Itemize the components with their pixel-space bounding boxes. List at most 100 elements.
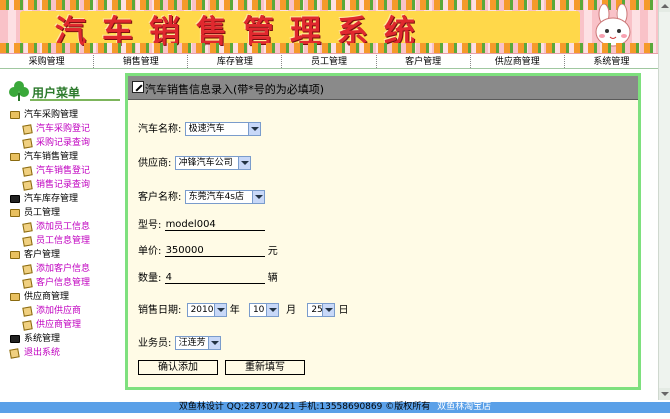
document-icon bbox=[22, 320, 33, 331]
sale-date-row: 销售日期: 2010 年 10 月 25 日 bbox=[138, 301, 349, 317]
folder-icon bbox=[10, 251, 20, 259]
document-icon bbox=[22, 222, 33, 233]
car-name-row: 汽车名称: 极速汽车 bbox=[138, 120, 261, 136]
clover-icon bbox=[9, 81, 29, 101]
sidebar-group-purchase[interactable]: 汽车采购管理 bbox=[10, 108, 90, 122]
quantity-row: 数量: 辆 bbox=[138, 269, 278, 284]
folder-icon bbox=[10, 153, 20, 161]
chevron-down-icon bbox=[237, 157, 250, 169]
supplier-row: 供应商: 冲锋汽车公司 bbox=[138, 154, 251, 170]
year-select[interactable]: 2010 bbox=[186, 303, 227, 317]
footer: 双鱼林设计 QQ:287307421 手机:13558690869 ©版权所有 … bbox=[0, 402, 670, 413]
model-input[interactable] bbox=[164, 218, 265, 231]
chevron-down-icon bbox=[251, 191, 264, 203]
customer-select[interactable]: 东莞汽车4s店 bbox=[184, 190, 265, 204]
document-icon bbox=[22, 236, 33, 247]
sidebar-item-purchase-register[interactable]: 汽车采购登记 bbox=[10, 122, 90, 136]
month-unit: 月 bbox=[286, 305, 297, 316]
heading-underline bbox=[30, 99, 120, 101]
supplier-select[interactable]: 冲锋汽车公司 bbox=[174, 156, 251, 170]
model-label: 型号: bbox=[138, 220, 162, 231]
sidebar-group-staff[interactable]: 员工管理 bbox=[10, 206, 90, 220]
document-icon bbox=[22, 166, 33, 177]
top-nav: 采购管理 销售管理 库存管理 员工管理 客户管理 供应商管理 系统管理 bbox=[0, 55, 658, 69]
footer-text: 双鱼林设计 QQ:287307421 手机:13558690869 ©版权所有 bbox=[178, 402, 431, 412]
sidebar-group-sales[interactable]: 汽车销售管理 bbox=[10, 150, 90, 164]
quantity-input[interactable] bbox=[164, 271, 265, 284]
day-unit: 日 bbox=[338, 305, 349, 316]
sidebar-item-staff-manage[interactable]: 员工信息管理 bbox=[10, 234, 90, 248]
folder-closed-icon bbox=[10, 335, 20, 343]
chevron-down-icon bbox=[213, 304, 226, 316]
sidebar-group-inventory[interactable]: 汽车库存管理 bbox=[10, 192, 90, 206]
customer-row: 客户名称: 东莞汽车4s店 bbox=[138, 188, 265, 204]
sidebar-item-logout[interactable]: 退出系统 bbox=[9, 346, 90, 360]
chevron-down-icon bbox=[207, 337, 220, 349]
carrot-border-bottom bbox=[0, 43, 658, 53]
sales-entry-panel: 汽车销售信息录入(带*号的为必填项) 汽车名称: 极速汽车 供应商: 冲锋汽车公… bbox=[125, 73, 641, 390]
model-row: 型号: bbox=[138, 216, 265, 231]
edit-icon bbox=[132, 81, 144, 93]
sidebar-group-system[interactable]: 系统管理 bbox=[10, 332, 90, 346]
staff-label: 业务员: bbox=[138, 338, 172, 349]
nav-item-sales[interactable]: 销售管理 bbox=[93, 55, 187, 68]
confirm-add-button[interactable]: 确认添加 bbox=[138, 360, 218, 375]
sidebar-item-sales-register[interactable]: 汽车销售登记 bbox=[10, 164, 90, 178]
sidebar-item-customer-manage[interactable]: 客户信息管理 bbox=[10, 276, 90, 290]
sidebar-group-customers[interactable]: 客户管理 bbox=[10, 248, 90, 262]
header-banner: 汽车销售管理系统 bbox=[0, 0, 658, 54]
sidebar-item-staff-add[interactable]: 添加员工信息 bbox=[10, 220, 90, 234]
footer-shop-link[interactable]: 双鱼林淘宝店 bbox=[437, 402, 491, 412]
panel-header: 汽车销售信息录入(带*号的为必填项) bbox=[128, 76, 638, 100]
folder-icon bbox=[10, 293, 20, 301]
document-icon bbox=[22, 124, 33, 135]
nav-item-staff[interactable]: 员工管理 bbox=[281, 55, 375, 68]
month-select[interactable]: 10 bbox=[248, 303, 279, 317]
sidebar-item-purchase-query[interactable]: 采购记录查询 bbox=[10, 136, 90, 150]
chevron-down-icon bbox=[247, 123, 260, 135]
day-select[interactable]: 25 bbox=[307, 303, 336, 317]
vertical-scrollbar[interactable] bbox=[658, 0, 670, 400]
reset-button[interactable]: 重新填写 bbox=[225, 360, 305, 375]
staff-select[interactable]: 汪连芳 bbox=[174, 336, 221, 350]
folder-closed-icon bbox=[10, 195, 20, 203]
folder-icon bbox=[10, 209, 20, 217]
sidebar-group-suppliers[interactable]: 供应商管理 bbox=[10, 290, 90, 304]
price-row: 单价: 元 bbox=[138, 242, 278, 257]
sidebar: 用户菜单 汽车采购管理 汽车采购登记 采购记录查询 汽车销售管理 汽车销售登记 … bbox=[0, 70, 124, 400]
nav-item-suppliers[interactable]: 供应商管理 bbox=[469, 55, 564, 68]
car-name-select[interactable]: 极速汽车 bbox=[184, 122, 261, 136]
staff-row: 业务员: 汪连芳 bbox=[138, 334, 221, 350]
document-icon bbox=[22, 138, 33, 149]
sidebar-item-customer-add[interactable]: 添加客户信息 bbox=[10, 262, 90, 276]
sidebar-item-supplier-add[interactable]: 添加供应商 bbox=[10, 304, 90, 318]
price-label: 单价: bbox=[138, 246, 162, 257]
year-unit: 年 bbox=[229, 305, 240, 316]
sale-date-label: 销售日期: bbox=[138, 305, 182, 316]
nav-item-purchase[interactable]: 采购管理 bbox=[0, 55, 93, 68]
user-menu-heading: 用户菜单 bbox=[8, 80, 122, 102]
nav-item-inventory[interactable]: 库存管理 bbox=[187, 55, 281, 68]
document-icon bbox=[9, 348, 20, 359]
nav-item-system[interactable]: 系统管理 bbox=[563, 55, 658, 68]
scroll-up-arrow-icon[interactable] bbox=[659, 0, 670, 12]
supplier-label: 供应商: bbox=[138, 158, 172, 169]
customer-label: 客户名称: bbox=[138, 192, 182, 203]
chevron-down-icon bbox=[322, 304, 335, 316]
document-icon bbox=[22, 278, 33, 289]
nav-item-customers[interactable]: 客户管理 bbox=[375, 55, 470, 68]
document-icon bbox=[22, 306, 33, 317]
scroll-down-arrow-icon[interactable] bbox=[659, 388, 670, 400]
sidebar-item-sales-query[interactable]: 销售记录查询 bbox=[10, 178, 90, 192]
sidebar-item-supplier-manage[interactable]: 供应商管理 bbox=[10, 318, 90, 332]
quantity-unit: 辆 bbox=[267, 273, 278, 284]
document-icon bbox=[22, 180, 33, 191]
sidebar-tree: 汽车采购管理 汽车采购登记 采购记录查询 汽车销售管理 汽车销售登记 销售记录查… bbox=[9, 108, 90, 360]
folder-icon bbox=[10, 111, 20, 119]
price-unit: 元 bbox=[267, 246, 278, 257]
quantity-label: 数量: bbox=[138, 273, 162, 284]
chevron-down-icon bbox=[265, 304, 278, 316]
document-icon bbox=[22, 264, 33, 275]
panel-title: 汽车销售信息录入(带*号的为必填项) bbox=[145, 83, 325, 96]
price-input[interactable] bbox=[164, 244, 265, 257]
